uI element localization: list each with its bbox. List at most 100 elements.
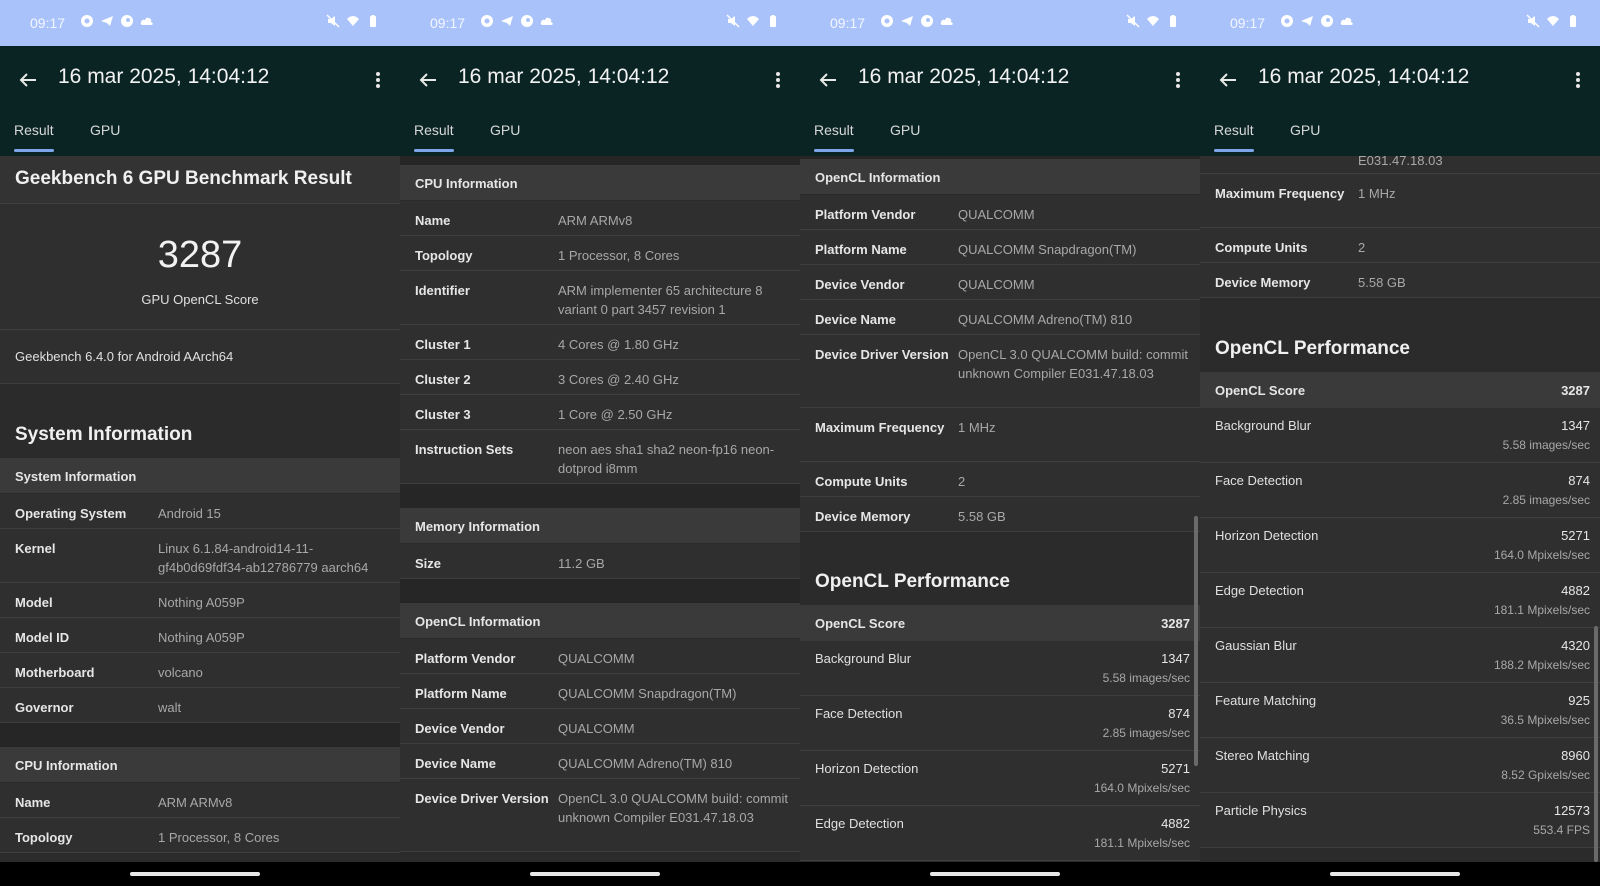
page-title: 16 mar 2025, 14:04:12 [58,65,270,88]
table-row: Device Vendor QUALCOMM [800,265,1200,300]
workload-row: Background Blur 1347 5.58 images/sec [800,641,1200,696]
back-arrow-icon[interactable] [814,66,842,94]
steam-icon [121,15,133,27]
more-options-icon[interactable] [770,66,786,94]
row-value: 1 MHz [958,420,996,435]
row-value: 5.58 GB [1358,275,1406,290]
row-value: QUALCOMM Adreno(TM) 810 [958,312,1133,327]
tab-gpu[interactable]: GPU [90,122,120,138]
table-row: Device Memory 5.58 GB [800,497,1200,532]
workload-throughput: 181.1 Mpixels/sec [1493,603,1590,617]
perf-section-title: OpenCL Performance [800,532,1200,605]
score-label: OpenCL Score [815,616,906,631]
table-row: Motherboard volcano [0,653,400,688]
table-row: Compute Units 2 [1200,228,1600,263]
battery-icon [1570,15,1576,27]
home-pill[interactable] [1330,872,1460,876]
status-bar: 09:17 [0,0,400,46]
steam-icon [921,15,933,27]
chat-bubble-icon [481,15,493,27]
score-value: 3287 [1161,616,1190,631]
table-row: Kernel Linux 6.1.84-android14-11-gf4b0d69… [0,529,400,583]
table-row: Device Name QUALCOMM Adreno(TM) 810 [800,300,1200,335]
tab-indicator [1214,149,1254,152]
row-key: Device Driver Version [415,791,549,806]
workload-throughput: 2.85 images/sec [1502,493,1590,507]
tab-indicator [414,149,454,152]
row-key: Maximum Frequency [1215,186,1345,201]
table-row: Cluster 1 4 Cores @ 1.80 GHz [400,325,800,360]
row-value: ARM ARMv8 [558,213,633,228]
tab-gpu[interactable]: GPU [890,122,920,138]
section-gap [400,579,800,603]
tab-gpu[interactable]: GPU [1290,122,1320,138]
workload-throughput: 36.5 Mpixels/sec [1500,713,1590,727]
result-header: Geekbench 6 GPU Benchmark Result [0,156,400,204]
scrollbar[interactable] [1194,516,1198,766]
more-options-icon[interactable] [370,66,386,94]
tab-gpu[interactable]: GPU [490,122,520,138]
table-row: Compute Units 2 [800,462,1200,497]
table-row: Operating System Android 15 [0,494,400,529]
home-pill[interactable] [530,872,660,876]
status-time: 09:17 [30,15,66,31]
tab-result[interactable]: Result [414,122,454,138]
table-row: Size 11.2 GB [400,544,800,579]
home-pill[interactable] [130,872,260,876]
table-row: Governor walt [0,688,400,723]
score-label: OpenCL Score [1215,383,1306,398]
tab-result[interactable]: Result [814,122,854,138]
score-value: 3287 [1561,383,1590,398]
version-text: Geekbench 6.4.0 for Android AArch64 [15,349,234,364]
workload-throughput: 2.85 images/sec [1102,726,1190,740]
system-icons [726,14,780,28]
workload-name: Edge Detection [1215,583,1304,598]
more-options-icon[interactable] [1170,66,1186,94]
table-row: Instruction Sets neon aes sha1 sha2 neon-… [400,430,800,484]
status-time: 09:17 [1230,15,1266,31]
row-value: volcano [158,665,203,680]
row-value: QUALCOMM [958,207,1035,222]
workload-row: Face Detection 874 2.85 images/sec [800,696,1200,751]
telegram-icon [1301,16,1313,26]
back-arrow-icon[interactable] [414,66,442,94]
telegram-icon [501,16,513,26]
row-value: 2 [1358,240,1366,255]
row-key: Cluster 1 [415,337,471,352]
home-pill[interactable] [930,872,1060,876]
table-row: Device Memory 5.58 GB [1200,263,1600,298]
table-row: Name ARM ARMv8 [0,783,400,818]
row-key: Device Vendor [415,721,505,736]
result-content[interactable]: CPU Information Name ARM ARMv8 Topology 1 … [400,156,800,862]
result-content[interactable]: E031.47.18.03 Maximum Frequency 1 MHz Com… [1200,156,1600,862]
status-bar: 09:17 [1200,0,1600,46]
section-title: OpenCL Performance [815,571,1010,592]
tab-result[interactable]: Result [14,122,54,138]
telegram-icon [101,16,113,26]
tab-result[interactable]: Result [1214,122,1254,138]
table-row: Identifier ARM implementer 65 architectur… [400,271,800,325]
back-arrow-icon[interactable] [1214,66,1242,94]
benchmark-title: Geekbench 6 GPU Benchmark Result [15,168,352,189]
result-content[interactable]: OpenCL Information Platform Vendor QUALCO… [800,156,1200,862]
section-header-label: CPU Information [415,176,518,191]
result-content[interactable]: Geekbench 6 GPU Benchmark Result 3287 GP… [0,156,400,862]
workload-throughput: 181.1 Mpixels/sec [1093,836,1190,850]
steam-icon [1321,15,1333,27]
workload-name: Face Detection [815,706,903,721]
workload-score: 925 [1568,693,1590,708]
back-arrow-icon[interactable] [14,66,42,94]
workload-name: Background Blur [815,651,912,666]
workload-throughput: 553.4 FPS [1533,823,1590,837]
workload-score: 8960 [1561,748,1590,763]
section-header-label: OpenCL Information [415,614,541,629]
scrollbar[interactable] [1594,626,1598,862]
table-row: Cluster 3 1 Core @ 2.50 GHz [400,395,800,430]
chat-bubble-icon [881,15,893,27]
row-key: Device Name [415,756,496,771]
workload-throughput: 188.2 Mpixels/sec [1493,658,1590,672]
more-options-icon[interactable] [1570,66,1586,94]
workload-score: 874 [1568,473,1590,488]
table-row: Maximum Frequency 1 MHz [1200,174,1600,228]
memory-info-header: Memory Information [400,508,800,544]
